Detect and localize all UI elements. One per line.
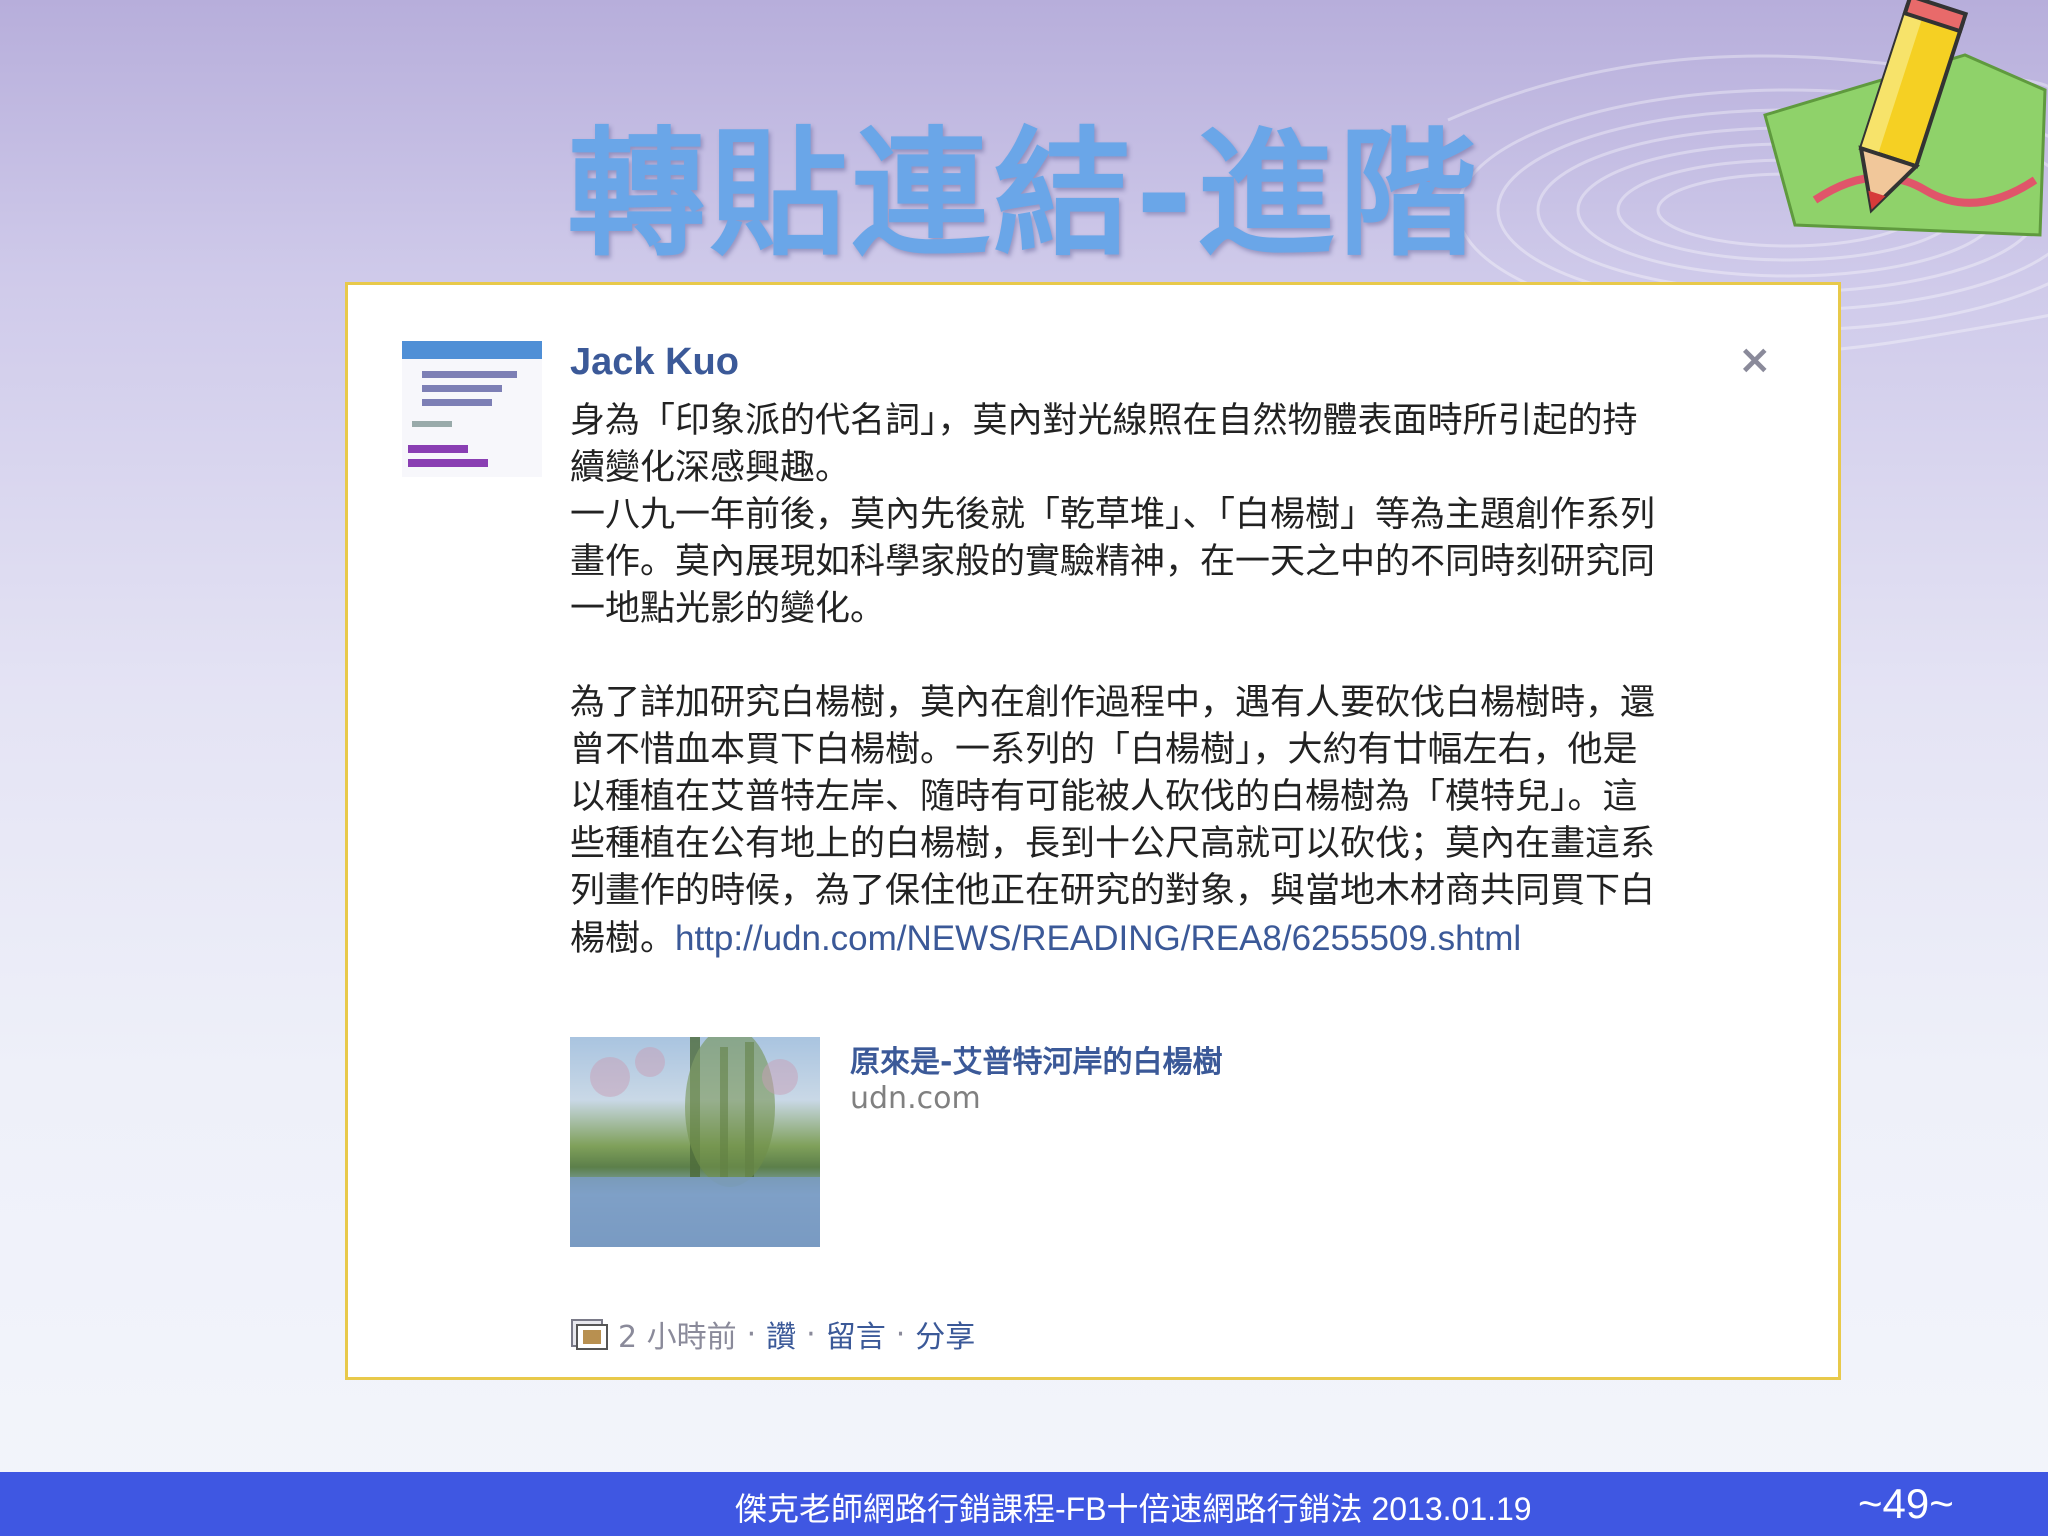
meta-separator: · — [806, 1316, 816, 1352]
meta-separator: · — [746, 1316, 757, 1352]
link-preview-image[interactable] — [570, 1037, 820, 1247]
meta-separator: · — [895, 1316, 906, 1352]
post-body-text: 身為「印象派的代名詞」，莫內對光線照在自然物體表面時所引起的持續變化深感興趣。 … — [570, 401, 1656, 959]
slide-title: 轉貼連結-進階 — [567, 114, 1481, 275]
post-meta-row: 2 小時前 · 讚 · 留言 · 分享 — [570, 1312, 975, 1356]
like-link[interactable]: 讚 — [766, 1312, 796, 1356]
comment-link[interactable]: 留言 — [826, 1312, 886, 1356]
post-body: 身為「印象派的代名詞」，莫內對光線照在自然物體表面時所引起的持續變化深感興趣。 … — [570, 398, 1660, 963]
shared-link-icon — [571, 1319, 608, 1350]
link-preview-title[interactable]: 原來是-艾普特河岸的白楊樹 — [850, 1037, 1222, 1081]
pencil-clipart — [1763, 0, 2047, 237]
slide-footer-bar: 傑克老師網路行銷課程-FB十倍速網路行銷法 2013.01.19 ~49~ — [0, 1472, 2048, 1536]
close-icon[interactable]: × — [1738, 337, 1772, 383]
page-avatar[interactable] — [402, 341, 542, 477]
slide-page-number: ~49~ — [1858, 1480, 1954, 1527]
slide-footer-text: 傑克老師網路行銷課程-FB十倍速網路行銷法 2013.01.19 — [735, 1491, 1532, 1527]
post-author[interactable]: Jack Kuo — [570, 341, 739, 384]
post-time[interactable]: 2 小時前 — [618, 1312, 737, 1356]
share-link[interactable]: 分享 — [915, 1312, 975, 1356]
post-link[interactable]: http://udn.com/NEWS/READING/REA8/6255509… — [675, 919, 1521, 958]
facebook-post-card: Jack Kuo × 身為「印象派的代名詞」，莫內對光線照在自然物體表面時所引起… — [345, 282, 1841, 1380]
link-preview-domain: udn.com — [850, 1081, 981, 1116]
